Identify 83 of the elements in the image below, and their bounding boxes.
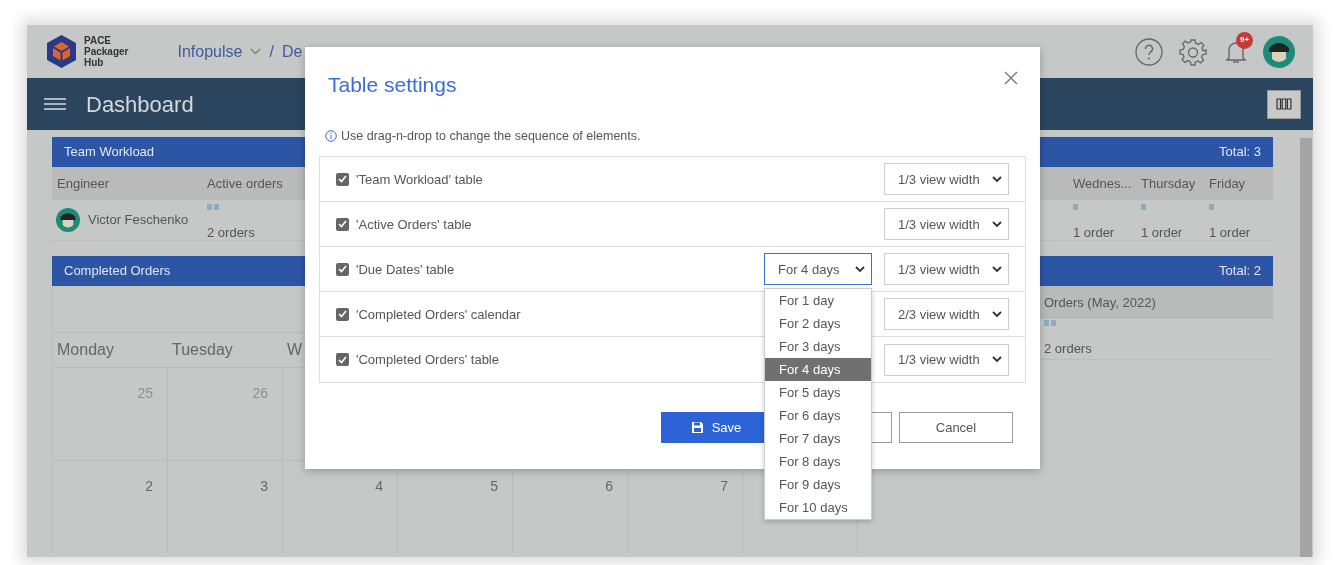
- checkbox[interactable]: [336, 307, 349, 321]
- order-count: 2 orders: [1044, 340, 1092, 358]
- day-number: 5: [490, 478, 498, 494]
- breadcrumb-separator: /: [269, 41, 274, 62]
- width-select[interactable]: 1/3 view width: [884, 253, 1009, 286]
- day-number: 3: [260, 478, 268, 494]
- total-count: Total: 2: [1219, 262, 1261, 281]
- dropdown-option[interactable]: For 4 days: [765, 358, 871, 382]
- order-count: 2 orders: [207, 224, 256, 242]
- width-select[interactable]: 2/3 view width: [884, 298, 1009, 331]
- cancel-button[interactable]: Cancel: [899, 412, 1013, 444]
- checkbox[interactable]: [336, 217, 349, 231]
- chevron-down-icon: [855, 265, 865, 273]
- weekday-header: W: [287, 341, 303, 358]
- order-bar-icon: [1209, 203, 1216, 211]
- setting-label: 'Due Dates' table: [356, 260, 455, 279]
- chevron-down-icon: [992, 220, 1002, 228]
- close-icon: [1004, 70, 1018, 85]
- day-number: 4: [375, 478, 383, 494]
- breadcrumb-link[interactable]: De: [281, 39, 303, 64]
- width-select[interactable]: 1/3 view width: [884, 343, 1009, 376]
- total-count: Total: 3: [1219, 143, 1261, 162]
- column-header: Engineer: [57, 175, 110, 191]
- days-select[interactable]: For 4 days: [764, 253, 872, 286]
- avatar: [56, 208, 80, 232]
- checkbox[interactable]: [336, 262, 349, 276]
- setting-label: 'Team Workload' table: [356, 170, 483, 189]
- avatar[interactable]: [1263, 35, 1295, 68]
- order-count: 1 order: [1209, 224, 1252, 242]
- setting-label: 'Completed Orders' calendar: [356, 305, 521, 324]
- day-number: 26: [252, 385, 268, 401]
- chevron-down-icon: [992, 175, 1002, 183]
- order-count: 1 order: [1141, 224, 1184, 242]
- help-icon[interactable]: [1135, 37, 1163, 66]
- day-number: 6: [605, 478, 613, 494]
- column-header: Wednes...: [1073, 175, 1132, 191]
- menu-icon[interactable]: [44, 98, 66, 110]
- checkbox[interactable]: [336, 172, 349, 186]
- save-icon: [690, 421, 704, 435]
- logo-icon: [45, 34, 78, 69]
- order-count: 1 order: [1073, 224, 1116, 242]
- order-bar-icon: [1073, 203, 1080, 211]
- columns-button[interactable]: [1267, 89, 1301, 119]
- day-number: 25: [137, 385, 153, 401]
- day-number: 7: [720, 478, 728, 494]
- dialog-title: Table settings: [328, 72, 457, 98]
- order-bar-icon: [1141, 203, 1148, 211]
- column-header: Friday: [1209, 175, 1246, 191]
- dropdown-option[interactable]: For 5 days: [765, 381, 871, 405]
- weekday-header: Monday: [57, 341, 114, 358]
- chevron-down-icon[interactable]: [250, 48, 262, 55]
- breadcrumb-link[interactable]: Infopulse: [177, 39, 243, 64]
- dropdown-option[interactable]: For 3 days: [765, 335, 871, 359]
- section-title: Completed Orders: [64, 262, 171, 281]
- chevron-down-icon: [992, 310, 1002, 318]
- section-title: Team Workload: [64, 143, 155, 162]
- dropdown-option[interactable]: For 8 days: [765, 450, 871, 474]
- chevron-down-icon: [992, 356, 1002, 364]
- engineer-name: Victor Feschenko: [88, 211, 189, 230]
- info-icon: [325, 129, 337, 142]
- checkbox[interactable]: [336, 353, 349, 367]
- column-header: Thursday: [1141, 175, 1196, 191]
- width-select[interactable]: 1/3 view width: [884, 208, 1009, 241]
- column-header: Active orders: [207, 175, 283, 191]
- weekday-header: Tuesday: [172, 341, 233, 358]
- order-bar-icon: [207, 203, 221, 211]
- dropdown-option[interactable]: For 1 day: [765, 289, 871, 313]
- dropdown-option[interactable]: For 10 days: [765, 496, 871, 520]
- column-header: Orders (May, 2022): [1044, 293, 1156, 312]
- chevron-down-icon: [992, 265, 1002, 273]
- notification-badge: 9+: [1236, 31, 1253, 49]
- dropdown-option[interactable]: For 9 days: [765, 473, 871, 497]
- day-number: 2: [145, 478, 153, 494]
- columns-icon: [1276, 98, 1292, 110]
- app-name: PACE Packager Hub: [84, 35, 129, 68]
- page-title: Dashboard: [86, 90, 194, 119]
- info-text: Use drag-n-drop to change the sequence of elements.: [341, 127, 641, 145]
- order-bar-icon: [1044, 319, 1058, 327]
- setting-label: 'Active Orders' table: [356, 215, 472, 234]
- setting-label: 'Completed Orders' table: [356, 351, 499, 369]
- dropdown-option[interactable]: For 2 days: [765, 312, 871, 336]
- width-select[interactable]: 1/3 view width: [884, 163, 1009, 196]
- settings-icon[interactable]: [1179, 37, 1207, 66]
